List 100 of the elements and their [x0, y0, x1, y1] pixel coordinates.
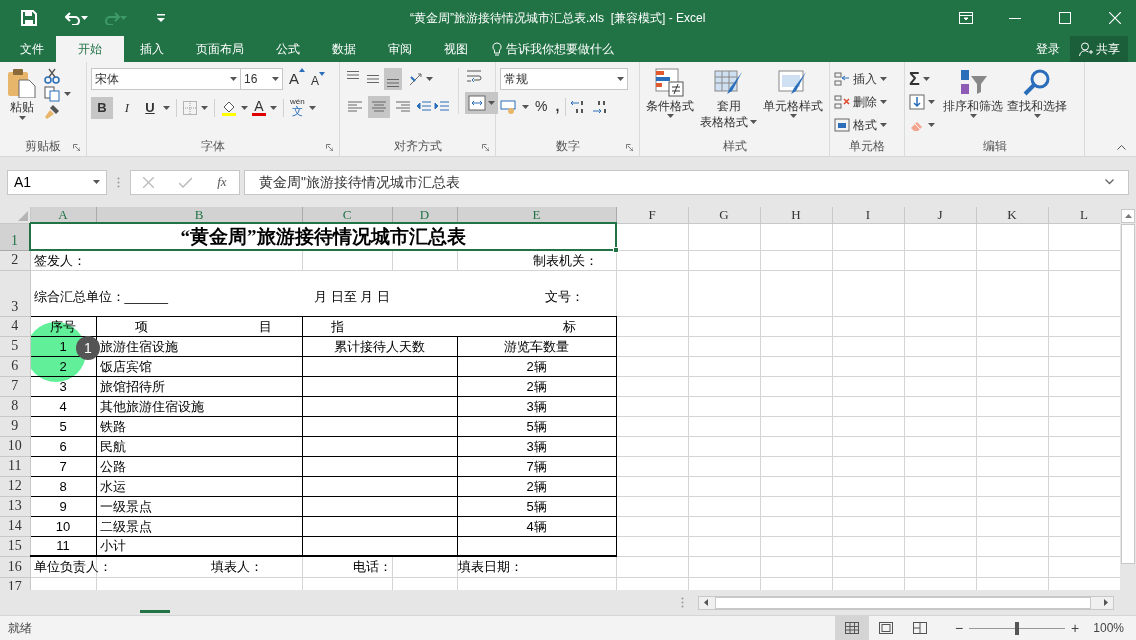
caret-icon[interactable]	[928, 123, 935, 127]
column-header[interactable]: B	[96, 207, 302, 223]
caret-icon[interactable]	[308, 105, 316, 110]
dialog-launcher-icon[interactable]	[73, 144, 80, 151]
shrink-font-button[interactable]: A	[311, 68, 326, 90]
font-size-dropdown[interactable]: 16	[241, 68, 283, 91]
expand-icon[interactable]	[1105, 179, 1114, 185]
caret-icon[interactable]	[789, 114, 797, 118]
number-format-dropdown[interactable]: 常规	[500, 68, 628, 90]
comma-style-button[interactable]: ,	[553, 96, 562, 117]
slider-thumb[interactable]	[1015, 621, 1020, 635]
undo-icon[interactable]	[65, 10, 81, 25]
column-header[interactable]: I	[832, 207, 904, 223]
zoom-out-button[interactable]: −	[954, 617, 964, 639]
insert-function-button[interactable]: fx	[217, 172, 227, 192]
scroll-up-button[interactable]	[1121, 209, 1135, 223]
merge-center-button[interactable]	[465, 92, 498, 114]
ribbon-tab[interactable]: 插入	[124, 36, 180, 62]
ribbon-tab[interactable]: 页面布局	[180, 36, 260, 62]
underline-button[interactable]: U	[141, 96, 159, 119]
formula-field[interactable]: 黄金周"旅游接待情况城市汇总表	[244, 169, 1129, 195]
paste-button[interactable]: 粘贴	[4, 68, 40, 132]
name-box[interactable]: A1	[7, 169, 107, 195]
row-header[interactable]: 10	[0, 436, 30, 456]
scissors-icon[interactable]	[44, 68, 60, 84]
row-header[interactable]: 14	[0, 516, 30, 536]
column-header[interactable]: F	[616, 207, 688, 223]
collapse-ribbon-icon[interactable]	[1117, 145, 1126, 150]
customize-toolbar-icon[interactable]	[157, 13, 165, 22]
row-header[interactable]: 6	[0, 356, 30, 376]
insert-cells-button[interactable]: 插入	[834, 68, 887, 90]
grow-font-button[interactable]: A	[289, 68, 305, 91]
caret-icon[interactable]	[163, 105, 170, 110]
column-header[interactable]: L	[1048, 207, 1120, 223]
sort-filter-button[interactable]: 排序和筛选	[941, 68, 1005, 118]
row-header[interactable]: 4	[0, 316, 30, 336]
column-header[interactable]: K	[976, 207, 1048, 223]
caret-icon[interactable]	[426, 77, 433, 81]
caret-icon[interactable]	[18, 116, 26, 120]
ribbon-display-icon[interactable]	[959, 11, 973, 24]
copy-icon[interactable]	[44, 86, 60, 102]
caret-icon[interactable]	[241, 105, 248, 110]
column-header[interactable]: C	[302, 207, 392, 223]
column-header[interactable]: H	[760, 207, 832, 223]
column-header[interactable]: D	[392, 207, 457, 223]
scroll-thumb[interactable]	[1121, 224, 1135, 564]
zoom-slider[interactable]	[969, 621, 1066, 635]
column-header[interactable]: A	[30, 207, 96, 223]
cell-styles-button[interactable]: 单元格样式	[761, 68, 825, 118]
ribbon-tab[interactable]: 文件	[8, 36, 56, 62]
save-icon[interactable]	[21, 9, 37, 26]
row-header[interactable]: 13	[0, 496, 30, 516]
fill-down-icon[interactable]	[909, 94, 925, 110]
caret-icon[interactable]	[1033, 114, 1041, 118]
format-painter-icon[interactable]	[44, 104, 60, 120]
ribbon-tab[interactable]: 视图	[428, 36, 484, 62]
caret-icon[interactable]	[201, 105, 208, 110]
dialog-launcher-icon[interactable]	[626, 144, 633, 151]
ribbon-tab[interactable]: 审阅	[372, 36, 428, 62]
caret-icon[interactable]	[880, 77, 887, 81]
row-header[interactable]: 15	[0, 536, 30, 556]
caret-icon[interactable]	[750, 120, 757, 124]
row-header[interactable]: 11	[0, 456, 30, 476]
orientation-icon[interactable]	[408, 71, 424, 87]
fill-color-icon[interactable]	[221, 99, 237, 116]
row-header[interactable]: 8	[0, 396, 30, 416]
delete-cells-button[interactable]: 删除	[834, 91, 887, 113]
maximize-icon[interactable]	[1059, 11, 1071, 24]
caret-icon[interactable]	[666, 114, 674, 118]
font-name-dropdown[interactable]: 宋体	[91, 68, 241, 91]
fill-handle[interactable]	[613, 247, 619, 253]
conditional-format-button[interactable]: 条件格式	[644, 68, 696, 118]
format-cells-button[interactable]: 格式	[834, 114, 887, 136]
close-icon[interactable]	[1109, 11, 1121, 24]
caret-icon[interactable]	[617, 77, 624, 81]
tell-me-field[interactable]: 告诉我你想要做什么	[492, 36, 614, 62]
scroll-thumb[interactable]	[715, 596, 1091, 609]
caret-icon[interactable]	[880, 123, 887, 127]
ribbon-tab[interactable]: 数据	[316, 36, 372, 62]
caret-icon[interactable]	[93, 180, 100, 184]
caret-icon[interactable]	[922, 77, 930, 81]
column-header[interactable]: J	[904, 207, 976, 223]
row-header[interactable]: 7	[0, 376, 30, 396]
row-header[interactable]: 3	[0, 270, 30, 316]
column-header[interactable]: G	[688, 207, 760, 223]
caret-icon[interactable]	[272, 77, 279, 82]
caret-icon[interactable]	[64, 92, 71, 96]
normal-view-button[interactable]	[834, 616, 869, 640]
row-header[interactable]: 1	[0, 223, 30, 250]
sign-in-link[interactable]: 登录	[1026, 36, 1070, 62]
share-button[interactable]: 共享	[1070, 36, 1128, 62]
row-header[interactable]: 2	[0, 250, 30, 270]
ribbon-tab[interactable]: 开始	[56, 36, 124, 62]
caret-icon[interactable]	[928, 100, 935, 104]
caret-icon[interactable]	[270, 105, 277, 110]
autosum-button[interactable]: Σ	[909, 68, 935, 90]
dialog-launcher-icon[interactable]	[482, 144, 489, 151]
decrease-indent-icon[interactable]	[416, 100, 432, 114]
find-select-button[interactable]: 查找和选择	[1005, 68, 1069, 118]
font-color-button[interactable]: A	[252, 99, 266, 116]
